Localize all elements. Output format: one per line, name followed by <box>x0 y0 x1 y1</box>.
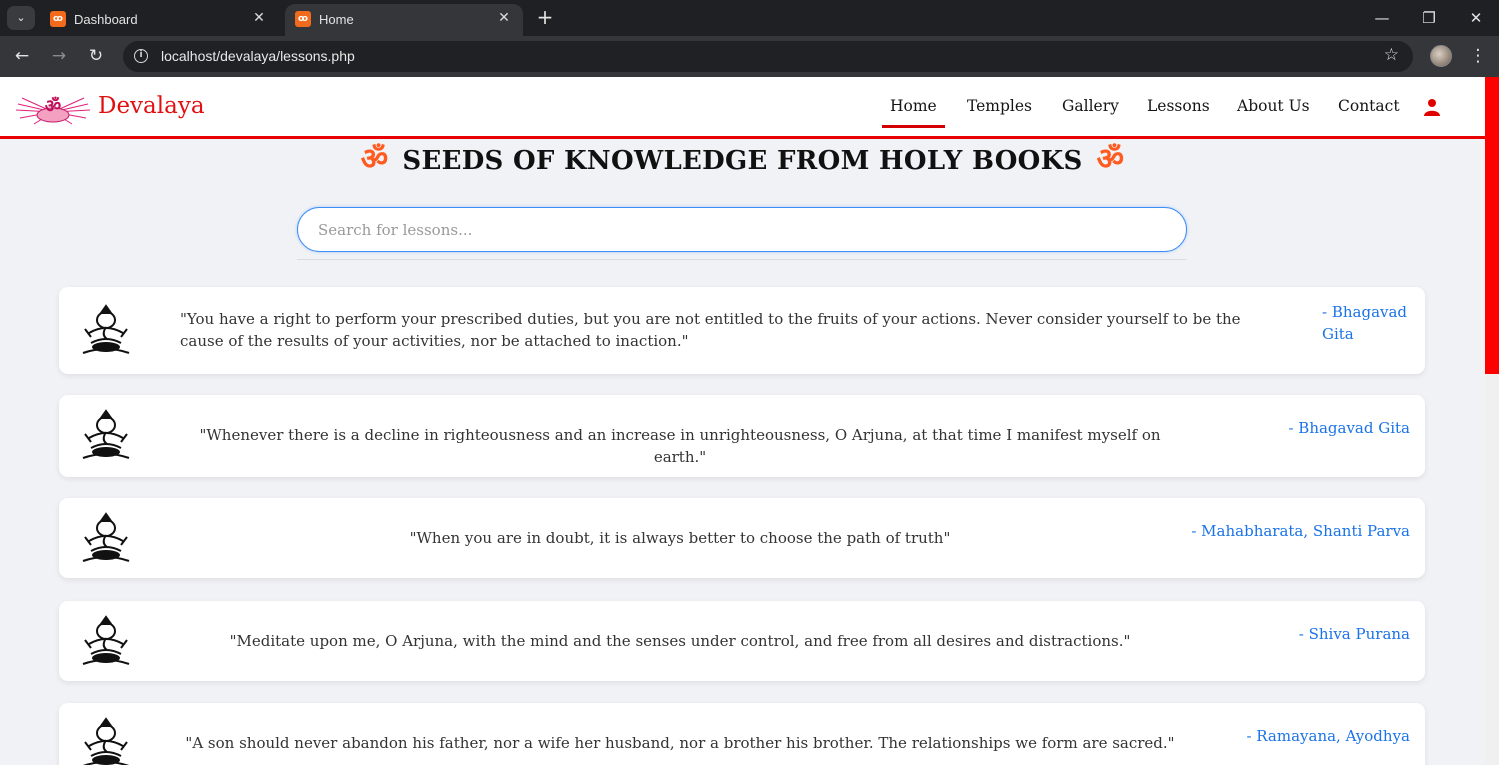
forward-arrow-icon[interactable]: → <box>47 44 71 68</box>
browser-tab-home[interactable]: ꝏ Home ✕ <box>285 4 523 36</box>
lesson-source[interactable]: - Ramayana, Ayodhya <box>1209 725 1410 747</box>
close-icon[interactable]: ✕ <box>250 9 268 27</box>
tab-title: Home <box>319 12 354 27</box>
om-lotus-logo-icon[interactable]: ॐ <box>14 90 92 126</box>
nav-contact[interactable]: Contact <box>1338 97 1400 115</box>
lesson-source[interactable]: - Mahabharata, Shanti Parva <box>1189 520 1410 542</box>
lesson-card: "Whenever there is a decline in righteou… <box>59 395 1425 477</box>
page-title: ॐ SEEDS OF KNOWLEDGE FROM HOLY BOOKS ॐ <box>0 137 1485 178</box>
page-title-text: SEEDS OF KNOWLEDGE FROM HOLY BOOKS <box>402 146 1083 176</box>
tab-search-chevron-icon[interactable]: ⌄ <box>7 6 35 30</box>
lesson-quote: "Whenever there is a decline in righteou… <box>199 426 1161 466</box>
new-tab-plus-icon[interactable]: + <box>534 6 556 28</box>
svg-text:ॐ: ॐ <box>45 96 61 117</box>
lesson-card: "You have a right to perform your prescr… <box>59 287 1425 374</box>
lesson-card: "When you are in doubt, it is always bet… <box>59 498 1425 578</box>
restore-icon[interactable]: ❐ <box>1417 6 1441 30</box>
nav-temples[interactable]: Temples <box>967 97 1032 115</box>
close-icon[interactable]: ✕ <box>495 9 513 27</box>
back-arrow-icon[interactable]: ← <box>10 44 34 68</box>
window-close-icon[interactable]: ✕ <box>1464 6 1488 30</box>
xampp-favicon-icon: ꝏ <box>295 11 311 27</box>
nav-home[interactable]: Home <box>882 97 945 128</box>
nav-about-us[interactable]: About Us <box>1237 97 1310 115</box>
divider <box>297 259 1187 260</box>
page-viewport: ॐ Devalaya Home Temples Gallery Lessons … <box>0 77 1485 765</box>
xampp-favicon-icon: ꝏ <box>50 11 66 27</box>
lesson-source[interactable]: - Shiva Purana <box>1209 623 1410 645</box>
lesson-quote: "You have a right to perform your prescr… <box>180 310 1241 350</box>
minimize-icon[interactable]: — <box>1370 6 1394 30</box>
nav-gallery[interactable]: Gallery <box>1062 97 1119 115</box>
lesson-source[interactable]: - Bhagavad Gita <box>1322 301 1422 345</box>
user-account-icon[interactable] <box>1423 98 1441 116</box>
ganesha-icon <box>82 409 130 459</box>
reload-icon[interactable]: ↻ <box>84 44 108 68</box>
ganesha-icon <box>82 512 130 562</box>
browser-tab-strip: ⌄ ꝏ Dashboard ✕ ꝏ Home ✕ + — ❐ ✕ <box>0 0 1499 36</box>
browser-toolbar: ← → ↻ i localhost/devalaya/lessons.php ☆… <box>0 36 1499 77</box>
lesson-quote: "When you are in doubt, it is always bet… <box>409 529 951 547</box>
om-icon: ॐ <box>360 142 389 177</box>
lesson-source[interactable]: - Bhagavad Gita <box>1209 417 1410 439</box>
url-text[interactable]: localhost/devalaya/lessons.php <box>161 48 355 64</box>
bookmark-star-icon[interactable]: ☆ <box>1384 45 1399 65</box>
tab-title: Dashboard <box>74 12 138 27</box>
site-header: ॐ Devalaya Home Temples Gallery Lessons … <box>0 77 1485 139</box>
lesson-quote: "Meditate upon me, O Arjuna, with the mi… <box>229 632 1131 650</box>
more-menu-icon[interactable]: ⋮ <box>1468 44 1488 68</box>
lesson-card: "A son should never abandon his father, … <box>59 703 1425 765</box>
address-bar[interactable]: i localhost/devalaya/lessons.php ☆ <box>123 41 1413 72</box>
ganesha-icon <box>82 615 130 665</box>
om-icon: ॐ <box>1096 142 1125 177</box>
scrollbar-thumb[interactable] <box>1485 77 1499 374</box>
lesson-quote: "A son should never abandon his father, … <box>185 734 1175 752</box>
ganesha-icon <box>82 304 130 354</box>
profile-avatar[interactable] <box>1430 45 1452 67</box>
lesson-card: "Meditate upon me, O Arjuna, with the mi… <box>59 601 1425 681</box>
lesson-search-input[interactable] <box>297 207 1187 252</box>
ganesha-icon <box>82 717 130 765</box>
nav-lessons[interactable]: Lessons <box>1147 97 1210 115</box>
site-brand[interactable]: Devalaya <box>98 93 205 119</box>
site-info-icon[interactable]: i <box>134 49 148 63</box>
browser-tab-dashboard[interactable]: ꝏ Dashboard ✕ <box>40 4 278 36</box>
